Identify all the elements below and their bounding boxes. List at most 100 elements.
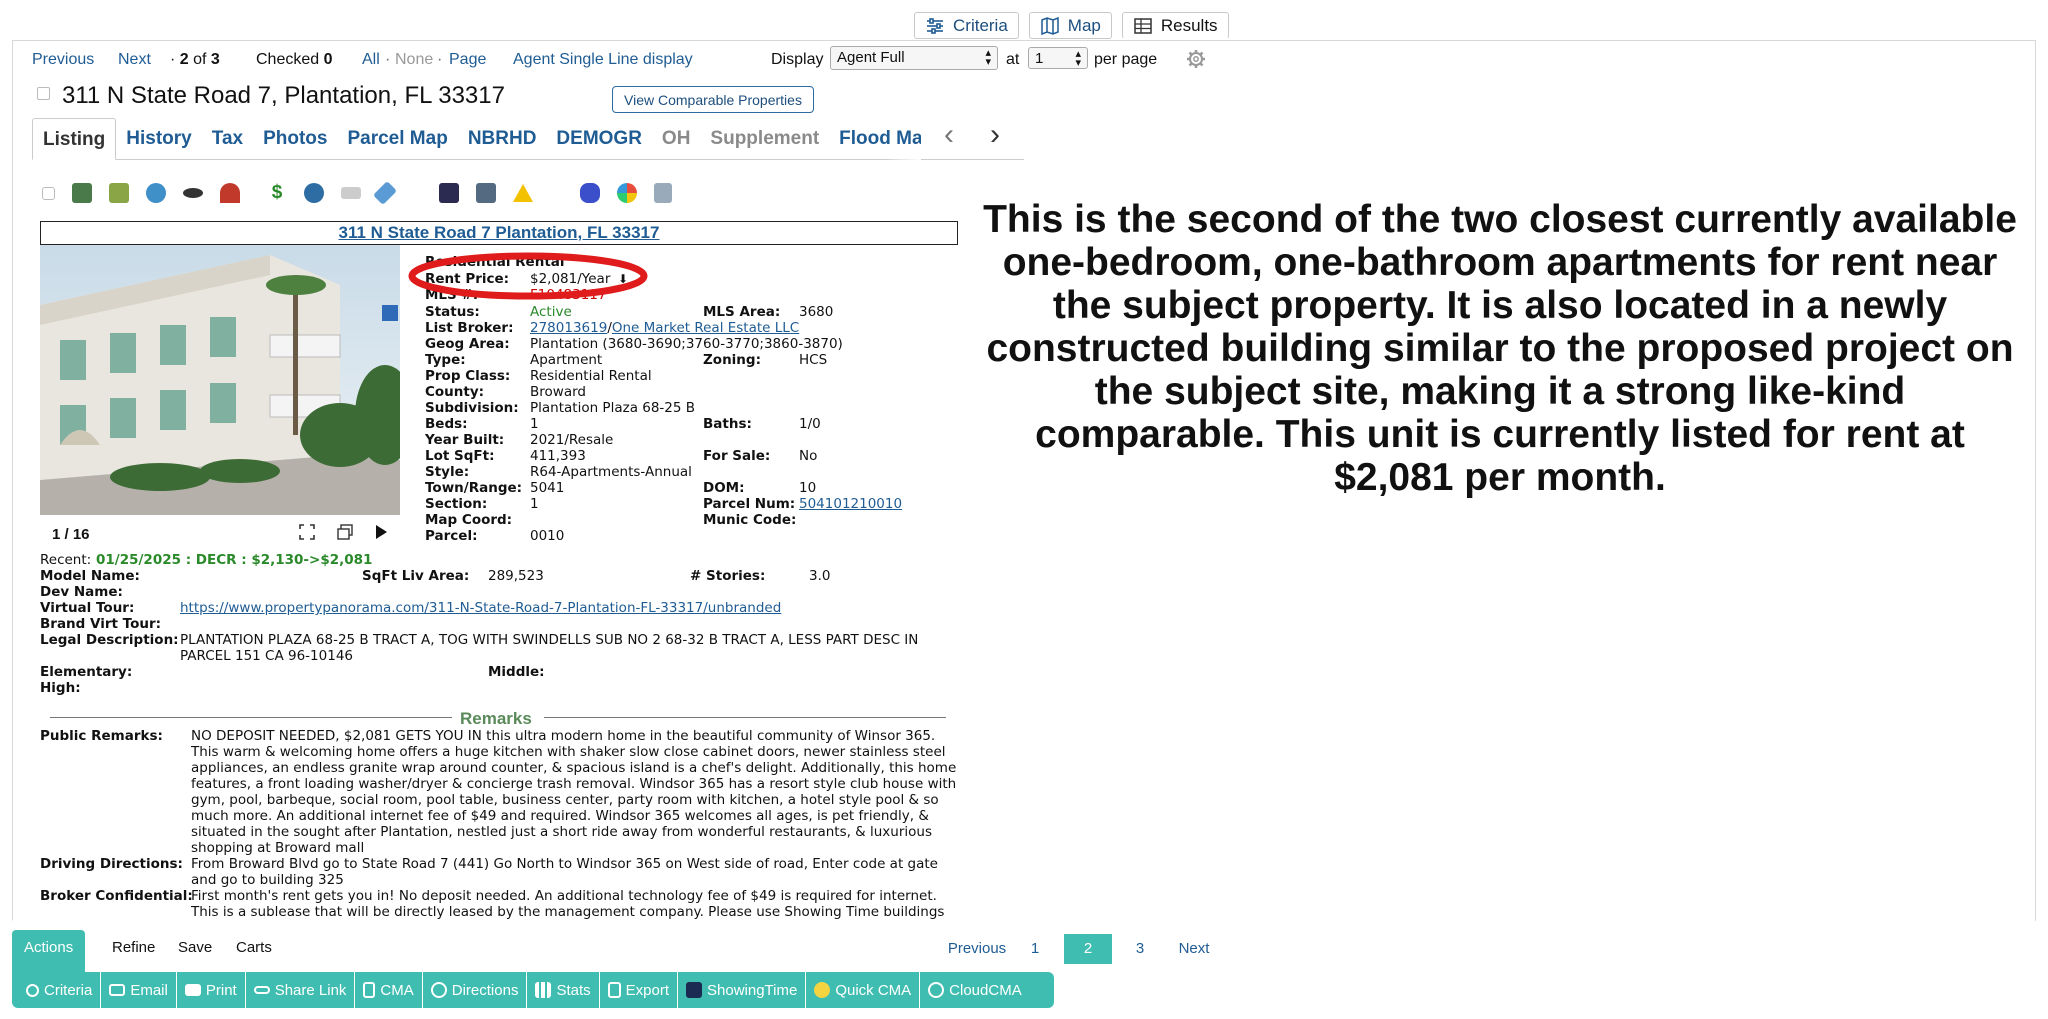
actions-bar: Criteria Email Print Share Link CMA Dire… bbox=[12, 972, 1054, 1008]
beds-label: Beds: bbox=[425, 416, 468, 432]
quick-cma-label: Quick CMA bbox=[835, 981, 912, 999]
cma-button[interactable]: CMA bbox=[355, 972, 423, 1008]
zoning-value: HCS bbox=[799, 352, 828, 368]
tab-save[interactable]: Save bbox=[166, 930, 224, 966]
virtual-tour-link[interactable]: https://www.propertypanorama.com/311-N-S… bbox=[180, 600, 781, 616]
share-link-label: Share Link bbox=[274, 981, 347, 999]
tab-history[interactable]: History bbox=[116, 118, 201, 160]
wrench-icon[interactable] bbox=[372, 180, 398, 206]
cloudcma-button[interactable]: CloudCMA bbox=[920, 972, 1030, 1008]
chart-icon[interactable] bbox=[439, 183, 459, 203]
share-link-button[interactable]: Share Link bbox=[246, 972, 356, 1008]
listing-photo[interactable] bbox=[40, 245, 400, 515]
photo-icon[interactable] bbox=[72, 183, 92, 203]
chevron-right-icon[interactable]: › bbox=[990, 118, 1000, 152]
tab-photos[interactable]: Photos bbox=[253, 118, 337, 160]
criteria-action-button[interactable]: Criteria bbox=[18, 972, 102, 1008]
sqft-liv-label: SqFt Liv Area: bbox=[362, 568, 470, 584]
handshake-icon[interactable] bbox=[341, 187, 361, 199]
pager-page-3[interactable]: 3 bbox=[1125, 934, 1155, 964]
tab-demogr[interactable]: DEMOGR bbox=[546, 118, 652, 160]
highlight-ring bbox=[408, 252, 648, 300]
pager-next[interactable]: Next bbox=[1174, 934, 1214, 964]
building-icon[interactable] bbox=[654, 183, 672, 203]
high-label: High: bbox=[40, 680, 81, 696]
sqft-liv-value: 289,523 bbox=[488, 568, 544, 584]
tab-nbrhd[interactable]: NBRHD bbox=[458, 118, 547, 160]
tab-actions[interactable]: Actions bbox=[12, 930, 86, 972]
for-sale-label: For Sale: bbox=[703, 448, 771, 464]
address-link[interactable]: 311 N State Road 7 Plantation, FL 33317 bbox=[40, 221, 958, 245]
stats-label: Stats bbox=[556, 981, 591, 999]
tab-criteria[interactable]: Criteria bbox=[914, 12, 1019, 39]
county-label: County: bbox=[425, 384, 485, 400]
tab-refine[interactable]: Refine bbox=[100, 930, 167, 966]
pager-previous[interactable]: Previous bbox=[946, 934, 1008, 964]
copy-icon[interactable] bbox=[337, 524, 353, 540]
email-button[interactable]: Email bbox=[101, 972, 177, 1008]
globe-icon[interactable] bbox=[146, 183, 166, 203]
dollar-icon[interactable]: $ bbox=[267, 183, 287, 203]
play-icon[interactable] bbox=[374, 524, 388, 540]
pager-page-2-current[interactable]: 2 bbox=[1064, 934, 1112, 964]
email-label: Email bbox=[130, 981, 168, 999]
select-page-link[interactable]: Page bbox=[449, 51, 486, 69]
document-icon bbox=[363, 982, 376, 998]
parcel-num-link[interactable]: 504101210010 bbox=[799, 496, 902, 512]
horseshoe-icon[interactable] bbox=[220, 183, 240, 203]
tab-oh[interactable]: OH bbox=[652, 118, 701, 160]
house-icon[interactable] bbox=[476, 183, 496, 203]
select-none-link[interactable]: None bbox=[395, 51, 433, 69]
gear-icon[interactable] bbox=[1186, 49, 1206, 69]
pinwheel-icon[interactable] bbox=[617, 183, 637, 203]
stories-label: # Stories: bbox=[690, 568, 766, 584]
view-comparable-button[interactable]: View Comparable Properties bbox=[612, 86, 814, 113]
legal-value: PLANTATION PLAZA 68-25 B TRACT A, TOG WI… bbox=[180, 632, 919, 664]
record-current: 2 bbox=[179, 51, 189, 68]
dom-label: DOM: bbox=[703, 480, 745, 496]
parcel-num-label: Parcel Num: bbox=[703, 496, 796, 512]
style-label: Style: bbox=[425, 464, 470, 480]
directions-button[interactable]: Directions bbox=[423, 972, 528, 1008]
select-checkbox[interactable] bbox=[42, 186, 55, 200]
tab-carts[interactable]: Carts bbox=[224, 930, 284, 966]
checked-value: 0 bbox=[323, 51, 333, 68]
glasses-icon[interactable] bbox=[183, 188, 203, 198]
pager-page-1[interactable]: 1 bbox=[1020, 934, 1050, 964]
parcel-value: 0010 bbox=[530, 528, 565, 544]
chevron-left-icon[interactable]: ‹ bbox=[944, 118, 954, 152]
next-link[interactable]: Next bbox=[118, 51, 151, 69]
legal-label: Legal Description: bbox=[40, 632, 179, 648]
tab-map[interactable]: Map bbox=[1028, 12, 1112, 39]
tab-results-label: Results bbox=[1160, 15, 1218, 35]
select-arrows-icon: ▴ ▾ bbox=[1075, 48, 1081, 69]
tab-listing[interactable]: Listing bbox=[32, 117, 117, 160]
tab-results[interactable]: Results bbox=[1121, 12, 1229, 39]
export-button[interactable]: Export bbox=[600, 972, 678, 1008]
middle-label: Middle: bbox=[488, 664, 545, 680]
showingtime-button[interactable]: ShowingTime bbox=[678, 972, 807, 1008]
quick-cma-button[interactable]: Quick CMA bbox=[806, 972, 921, 1008]
people-icon[interactable] bbox=[580, 183, 600, 203]
tab-parcel-map[interactable]: Parcel Map bbox=[337, 118, 457, 160]
previous-link[interactable]: Previous bbox=[32, 51, 94, 69]
warning-icon[interactable] bbox=[513, 184, 533, 202]
broker-id-link[interactable]: 278013619 bbox=[530, 320, 607, 336]
photo-navigation: 1 / 16 bbox=[40, 517, 400, 551]
tab-flood-map[interactable]: Flood Ma bbox=[829, 117, 922, 160]
select-all-link[interactable]: All bbox=[362, 51, 380, 69]
divider bbox=[50, 717, 452, 718]
search-icon bbox=[26, 983, 39, 997]
per-page-select[interactable]: 1 ▴ ▾ bbox=[1028, 47, 1088, 69]
print-button[interactable]: Print bbox=[177, 972, 246, 1008]
broker-office-link[interactable]: One Market Real Estate LLC bbox=[612, 320, 799, 336]
info-icon[interactable] bbox=[304, 183, 324, 203]
tab-supplement[interactable]: Supplement bbox=[700, 118, 829, 160]
stats-button[interactable]: Stats bbox=[527, 972, 600, 1008]
display-select[interactable]: Agent Full ▴ ▾ bbox=[830, 46, 998, 70]
single-line-display-link[interactable]: Agent Single Line display bbox=[513, 51, 693, 69]
tab-tax[interactable]: Tax bbox=[202, 118, 253, 160]
listing-checkbox[interactable] bbox=[37, 87, 50, 100]
map-icon[interactable] bbox=[109, 183, 129, 203]
fullscreen-icon[interactable] bbox=[299, 524, 315, 540]
